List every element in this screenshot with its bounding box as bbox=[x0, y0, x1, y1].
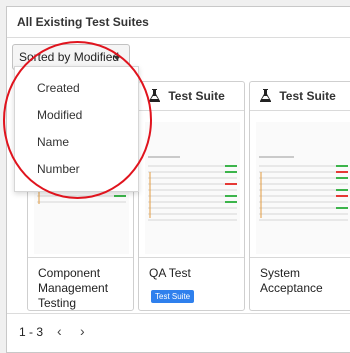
sort-label: Sorted by Modified bbox=[19, 50, 120, 64]
sort-dropdown-menu: Created Modified Name Number bbox=[14, 66, 139, 192]
card-header: Test Suite bbox=[139, 82, 244, 111]
suite-name: QA Test bbox=[149, 266, 191, 280]
suite-name: System Acceptance bbox=[260, 266, 323, 295]
test-suite-card[interactable]: Test Suite QA Test Test Suite bbox=[138, 81, 245, 311]
suite-thumbnail bbox=[145, 122, 240, 254]
test-suites-panel: All Existing Test Suites Sorted by Modif… bbox=[6, 6, 350, 353]
caret-down-icon bbox=[113, 56, 121, 60]
sort-option-modified[interactable]: Modified bbox=[37, 108, 82, 122]
flask-icon bbox=[260, 89, 271, 102]
panel-title: All Existing Test Suites bbox=[17, 15, 149, 29]
divider bbox=[28, 257, 133, 258]
prev-page-button[interactable]: ‹ bbox=[57, 323, 62, 339]
divider bbox=[7, 313, 350, 314]
card-header-label: Test Suite bbox=[168, 89, 225, 103]
test-suite-card[interactable]: Test Suite System Acceptance bbox=[249, 81, 350, 311]
suite-name: Component Management Testing bbox=[38, 266, 109, 310]
divider bbox=[139, 257, 244, 258]
flask-icon bbox=[149, 89, 160, 102]
suite-type-badge: Test Suite bbox=[151, 290, 195, 303]
next-page-button[interactable]: › bbox=[80, 323, 85, 339]
pagination-range: 1 - 3 bbox=[19, 325, 44, 339]
sort-option-name[interactable]: Name bbox=[37, 135, 69, 149]
suite-thumbnail bbox=[256, 122, 350, 254]
sort-option-number[interactable]: Number bbox=[37, 162, 80, 176]
card-header-label: Test Suite bbox=[279, 89, 336, 103]
card-header: Test Suite bbox=[250, 82, 350, 111]
divider bbox=[7, 37, 350, 38]
divider bbox=[250, 257, 350, 258]
sort-option-created[interactable]: Created bbox=[37, 81, 80, 95]
